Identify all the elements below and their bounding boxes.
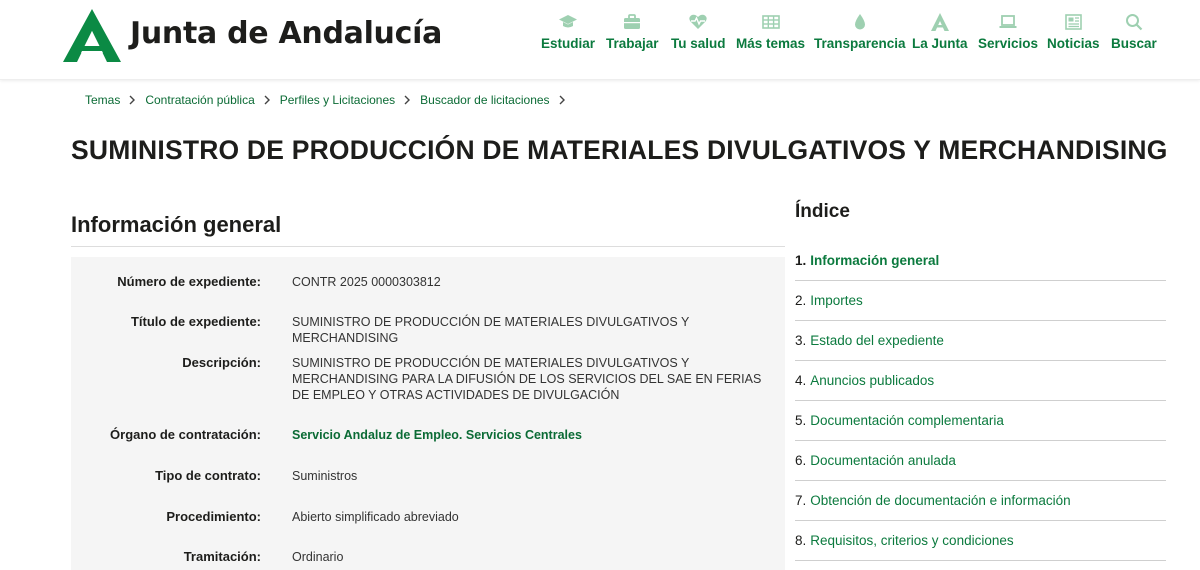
nav-item-trabajar[interactable]: Trabajar bbox=[606, 12, 659, 51]
info-label: Título de expediente: bbox=[130, 314, 261, 329]
site-header: Junta de Andalucía Estudiar Trabajar Tu … bbox=[0, 0, 1200, 80]
index-link[interactable]: Información general bbox=[810, 253, 939, 268]
chevron-right-icon bbox=[559, 95, 565, 105]
heart-pulse-icon bbox=[689, 14, 707, 29]
breadcrumb-link-contratacion[interactable]: Contratación pública bbox=[145, 93, 254, 107]
breadcrumb-link-perfiles[interactable]: Perfiles y Licitaciones bbox=[280, 93, 395, 107]
nav-label: Tu salud bbox=[671, 36, 726, 51]
nav-item-mas-temas[interactable]: Más temas bbox=[736, 12, 805, 51]
main-nav: Estudiar Trabajar Tu salud Más temas Tra… bbox=[0, 12, 1200, 62]
index-item-informacion-general[interactable]: 1. Información general bbox=[795, 241, 1166, 281]
index-number: 6. bbox=[795, 453, 807, 468]
index-number: 1. bbox=[795, 253, 807, 268]
breadcrumb-link-buscador[interactable]: Buscador de licitaciones bbox=[420, 93, 549, 107]
index-number: 8. bbox=[795, 533, 807, 548]
page-title: SUMINISTRO DE PRODUCCIÓN DE MATERIALES D… bbox=[71, 135, 1168, 165]
info-value: SUMINISTRO DE PRODUCCIÓN DE MATERIALES D… bbox=[292, 315, 690, 345]
index-number: 2. bbox=[795, 293, 807, 308]
info-row-organo-contratacion: Órgano de contratación: Servicio Andaluz… bbox=[71, 427, 785, 442]
index-number: 7. bbox=[795, 493, 807, 508]
index-link[interactable]: Anuncios publicados bbox=[810, 373, 934, 388]
index-link[interactable]: Importes bbox=[810, 293, 863, 308]
nav-label: Servicios bbox=[978, 36, 1039, 51]
nav-label: Trabajar bbox=[606, 36, 659, 51]
breadcrumb: Temas Contratación pública Perfiles y Li… bbox=[85, 93, 575, 107]
section-divider bbox=[71, 246, 785, 247]
info-value: Abierto simplificado abreviado bbox=[292, 510, 459, 524]
info-label: Tipo de contrato: bbox=[155, 468, 261, 483]
index-item-requisitos-criterios[interactable]: 8. Requisitos, criterios y condiciones bbox=[795, 521, 1166, 561]
index-item-documentacion-anulada[interactable]: 6. Documentación anulada bbox=[795, 441, 1166, 481]
info-row-numero-expediente: Número de expediente: CONTR 2025 0000303… bbox=[71, 274, 785, 289]
nav-item-noticias[interactable]: Noticias bbox=[1047, 12, 1100, 51]
nav-label: Noticias bbox=[1047, 36, 1100, 51]
info-row-tramitacion: Tramitación: Ordinario bbox=[71, 549, 785, 564]
chevron-right-icon bbox=[264, 95, 270, 105]
index-item-obtencion-documentacion[interactable]: 7. Obtención de documentación e informac… bbox=[795, 481, 1166, 521]
index-link[interactable]: Documentación complementaria bbox=[810, 413, 1004, 428]
index-number: 4. bbox=[795, 373, 807, 388]
info-row-tipo-contrato: Tipo de contrato: Suministros bbox=[71, 468, 785, 483]
junta-logo-icon bbox=[930, 13, 949, 31]
nav-item-buscar[interactable]: Buscar bbox=[1111, 12, 1157, 51]
nav-label: Estudiar bbox=[541, 36, 596, 51]
index-link[interactable]: Documentación anulada bbox=[810, 453, 956, 468]
info-value: SUMINISTRO DE PRODUCCIÓN DE MATERIALES D… bbox=[292, 356, 762, 402]
index-item-importes[interactable]: 2. Importes bbox=[795, 281, 1166, 321]
general-info-panel: Número de expediente: CONTR 2025 0000303… bbox=[71, 257, 785, 570]
graduation-cap-icon bbox=[559, 15, 577, 28]
chevron-right-icon bbox=[129, 95, 136, 105]
nav-item-estudiar[interactable]: Estudiar bbox=[541, 12, 595, 51]
index-item-documentacion-complementaria[interactable]: 5. Documentación complementaria bbox=[795, 401, 1166, 441]
index-item-estado-expediente[interactable]: 3. Estado del expediente bbox=[795, 321, 1166, 361]
info-row-descripcion: Descripción: SUMINISTRO DE PRODUCCIÓN DE… bbox=[71, 355, 785, 402]
index-number: 3. bbox=[795, 333, 807, 348]
search-icon bbox=[1125, 14, 1143, 31]
section-heading: Información general bbox=[71, 212, 282, 237]
index-list: 1. Información general 2. Importes 3. Es… bbox=[795, 241, 1166, 561]
info-label: Descripción: bbox=[182, 355, 261, 370]
info-row-procedimiento: Procedimiento: Abierto simplificado abre… bbox=[71, 509, 785, 524]
nav-item-servicios[interactable]: Servicios bbox=[978, 12, 1038, 51]
nav-item-transparencia[interactable]: Transparencia bbox=[814, 12, 906, 51]
info-label: Tramitación: bbox=[183, 549, 261, 564]
nav-label: Buscar bbox=[1111, 36, 1157, 51]
nav-item-tu-salud[interactable]: Tu salud bbox=[671, 12, 726, 51]
breadcrumb-link-temas[interactable]: Temas bbox=[85, 93, 120, 107]
briefcase-icon bbox=[624, 14, 641, 29]
info-label: Número de expediente: bbox=[117, 274, 261, 289]
info-value: Ordinario bbox=[292, 550, 344, 564]
info-row-titulo-expediente: Título de expediente: SUMINISTRO DE PROD… bbox=[71, 314, 785, 345]
index-title: Índice bbox=[795, 201, 850, 222]
index-link[interactable]: Estado del expediente bbox=[810, 333, 944, 348]
info-label: Procedimiento: bbox=[166, 509, 261, 524]
newspaper-icon bbox=[1065, 14, 1083, 30]
chevron-right-icon bbox=[404, 95, 411, 105]
index-link[interactable]: Obtención de documentación e información bbox=[810, 493, 1070, 508]
info-label: Órgano de contratación: bbox=[110, 427, 261, 442]
index-link[interactable]: Requisitos, criterios y condiciones bbox=[810, 533, 1013, 548]
nav-item-la-junta[interactable]: La Junta bbox=[912, 12, 968, 51]
nav-label: Transparencia bbox=[814, 36, 906, 51]
laptop-icon bbox=[999, 15, 1017, 28]
info-value: CONTR 2025 0000303812 bbox=[292, 275, 441, 289]
nav-label: La Junta bbox=[912, 36, 968, 51]
grid-icon bbox=[761, 15, 780, 29]
info-value: Suministros bbox=[292, 469, 358, 483]
index-number: 5. bbox=[795, 413, 807, 428]
organo-contratacion-link[interactable]: Servicio Andaluz de Empleo. Servicios Ce… bbox=[292, 427, 762, 443]
nav-label: Más temas bbox=[736, 36, 806, 51]
water-drop-icon bbox=[854, 14, 865, 30]
index-item-anuncios-publicados[interactable]: 4. Anuncios publicados bbox=[795, 361, 1166, 401]
